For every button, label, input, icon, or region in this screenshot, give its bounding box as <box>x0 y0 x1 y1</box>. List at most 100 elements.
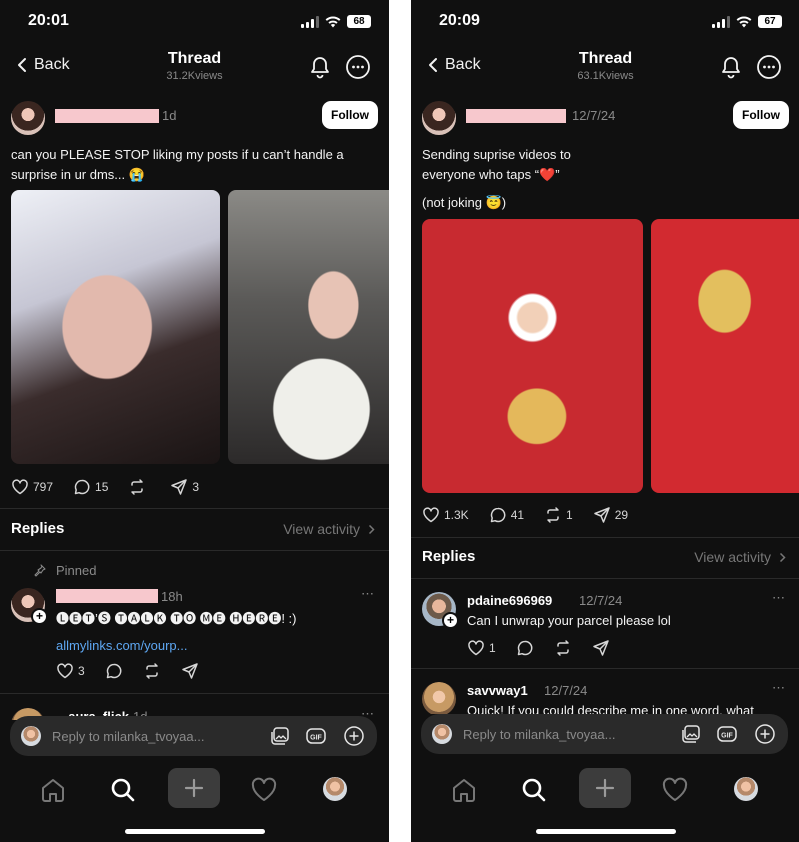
tab-bar <box>411 768 799 812</box>
divider <box>0 693 389 694</box>
view-activity-link[interactable]: View activity <box>283 521 375 537</box>
gif-icon[interactable]: GIF <box>716 723 738 745</box>
svg-text:GIF: GIF <box>721 733 733 740</box>
status-bar: 20:09 67 <box>411 0 799 44</box>
post-media-carousel[interactable] <box>11 190 389 464</box>
post-photo[interactable] <box>422 219 643 493</box>
tab-compose[interactable] <box>168 768 220 808</box>
tab-home[interactable] <box>37 774 69 806</box>
share-count: 3 <box>192 480 200 494</box>
plus-icon[interactable]: + <box>31 608 48 625</box>
view-activity-link[interactable]: View activity <box>694 549 786 565</box>
tab-activity[interactable] <box>248 774 280 806</box>
comment-button[interactable] <box>516 639 534 657</box>
reply-item[interactable]: + pdaine696969 12/7/24 ⋯ Can I unwrap yo… <box>422 590 786 642</box>
comment-button[interactable]: 41 <box>489 506 524 524</box>
like-button[interactable]: 797 <box>11 478 53 496</box>
repost-button[interactable] <box>128 478 150 496</box>
repost-button[interactable]: 1 <box>544 506 573 524</box>
redacted-username <box>466 109 566 123</box>
tab-home[interactable] <box>448 774 480 806</box>
tab-compose[interactable] <box>579 768 631 808</box>
home-indicator <box>124 829 265 834</box>
tab-profile[interactable] <box>323 777 347 801</box>
back-button[interactable]: Back <box>427 56 481 74</box>
post-media-carousel[interactable] <box>422 219 799 493</box>
signal-icon <box>301 15 319 28</box>
repost-button[interactable] <box>143 662 161 680</box>
post-header: 12/7/24 Follow <box>422 99 789 139</box>
author-avatar[interactable] <box>422 101 456 135</box>
post-photo[interactable] <box>228 190 389 464</box>
home-icon <box>453 779 475 802</box>
more-icon[interactable]: ⋯ <box>772 590 786 606</box>
tab-activity[interactable] <box>659 774 691 806</box>
top-bar: Back Thread 31.2Kviews <box>0 44 389 94</box>
reply-time: 12/7/24 <box>544 683 588 698</box>
more-icon[interactable]: ⋯ <box>361 586 375 602</box>
tab-search[interactable] <box>107 774 139 806</box>
add-circle-icon[interactable] <box>754 723 776 745</box>
like-button[interactable]: 1.3K <box>422 506 469 524</box>
add-circle-icon[interactable] <box>343 725 365 747</box>
pinned-reply[interactable]: + 18h ⋯ 🅛🅔🅣’🅢 🅣🅐🅛🅚 🅣🅞 🅜🅔 🅗🅔🅡🅔! :) allmyl… <box>11 586 375 666</box>
plus-icon[interactable]: + <box>442 612 459 629</box>
reply-username[interactable]: savvway1 <box>467 683 528 698</box>
post-photo[interactable] <box>11 190 220 464</box>
divider <box>0 508 389 509</box>
comment-count: 41 <box>510 508 525 522</box>
divider <box>0 550 389 551</box>
post-time: 12/7/24 <box>572 108 616 123</box>
reply-username[interactable]: pdaine696969 <box>467 593 552 608</box>
comment-button[interactable]: 15 <box>73 478 108 496</box>
more-options-icon[interactable] <box>345 54 371 80</box>
divider <box>411 578 799 579</box>
like-count: 797 <box>33 480 54 494</box>
repost-button[interactable] <box>554 639 572 657</box>
reply-time: 12/7/24 <box>579 593 623 608</box>
tab-search[interactable] <box>518 774 550 806</box>
more-options-icon[interactable] <box>756 54 782 80</box>
like-button[interactable]: 3 <box>56 662 85 680</box>
reply-text: Quick! If you could describe me in one w… <box>467 703 754 714</box>
heart-icon <box>662 777 688 801</box>
back-label: Back <box>445 56 481 73</box>
share-button[interactable]: 29 <box>593 506 628 524</box>
search-icon <box>111 778 135 802</box>
battery-indicator: 68 <box>347 15 371 28</box>
gallery-icon[interactable] <box>680 723 702 745</box>
view-activity-label: View activity <box>694 549 771 565</box>
follow-button[interactable]: Follow <box>322 101 378 129</box>
comment-button[interactable] <box>105 662 123 680</box>
reply-input[interactable] <box>463 724 638 744</box>
plus-icon <box>184 778 204 798</box>
post-text-line-2: everyone who taps “❤️” <box>422 167 560 182</box>
bell-icon[interactable] <box>718 54 744 80</box>
share-button[interactable] <box>181 662 199 680</box>
author-avatar[interactable] <box>11 101 45 135</box>
gallery-icon[interactable] <box>269 725 291 747</box>
status-icons: 67 <box>712 15 782 28</box>
tab-bar <box>0 768 389 812</box>
post-header: 1d Follow <box>11 99 378 139</box>
reply-input[interactable] <box>52 726 227 746</box>
bell-icon[interactable] <box>307 54 333 80</box>
comment-count: 15 <box>95 480 109 494</box>
profile-link[interactable]: allmylinks.com/yourp... <box>56 638 187 653</box>
pin-icon <box>34 564 46 577</box>
reply-avatar[interactable] <box>422 682 456 714</box>
post-photo[interactable] <box>651 219 799 493</box>
tab-profile[interactable] <box>734 777 758 801</box>
repost-icon <box>145 663 158 679</box>
redacted-username <box>56 589 158 603</box>
more-icon[interactable]: ⋯ <box>772 682 786 696</box>
back-button[interactable]: Back <box>16 56 70 74</box>
share-button[interactable] <box>592 639 610 657</box>
share-button[interactable]: 3 <box>170 478 199 496</box>
gif-icon[interactable]: GIF <box>305 725 327 747</box>
follow-button[interactable]: Follow <box>733 101 789 129</box>
reply-item[interactable]: savvway1 12/7/24 ⋯ Quick! If you could d… <box>422 682 786 714</box>
send-icon <box>593 507 610 523</box>
like-button[interactable]: 1 <box>467 639 496 657</box>
home-indicator <box>535 829 676 834</box>
